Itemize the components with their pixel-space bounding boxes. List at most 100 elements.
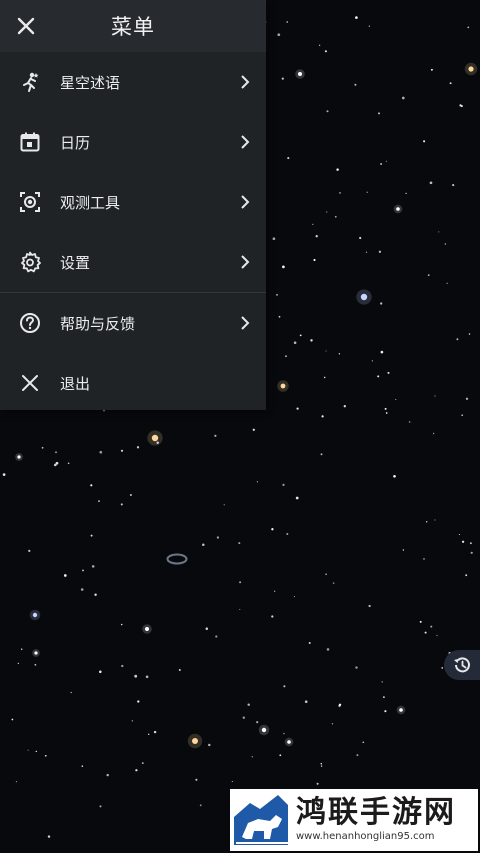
star bbox=[377, 375, 380, 378]
star bbox=[371, 360, 373, 362]
horse-logo-icon bbox=[232, 793, 288, 847]
star bbox=[271, 528, 274, 531]
star bbox=[368, 604, 371, 608]
star bbox=[286, 533, 289, 535]
history-icon bbox=[454, 657, 470, 673]
menu-item-sky-terms[interactable]: 星空述语 bbox=[0, 52, 266, 112]
star bbox=[387, 371, 390, 374]
star bbox=[336, 168, 339, 171]
bright-star[interactable] bbox=[34, 651, 38, 655]
star bbox=[326, 211, 328, 213]
star bbox=[98, 500, 100, 502]
star bbox=[147, 733, 150, 736]
star bbox=[355, 16, 358, 19]
bright-star[interactable] bbox=[280, 383, 286, 389]
star bbox=[325, 350, 327, 352]
star bbox=[334, 215, 337, 218]
star bbox=[256, 481, 258, 483]
star bbox=[434, 519, 436, 521]
star bbox=[444, 243, 447, 245]
menu-item-calendar[interactable]: 日历 bbox=[0, 112, 266, 172]
star bbox=[216, 536, 219, 539]
star bbox=[94, 593, 97, 597]
star bbox=[106, 773, 109, 777]
bright-star[interactable] bbox=[468, 66, 474, 72]
star bbox=[441, 667, 444, 669]
star bbox=[281, 77, 284, 80]
bright-star[interactable] bbox=[151, 434, 159, 442]
star bbox=[380, 162, 383, 166]
star bbox=[178, 669, 181, 671]
star bbox=[467, 26, 470, 29]
star bbox=[28, 549, 31, 553]
star bbox=[423, 140, 426, 143]
star bbox=[121, 664, 124, 668]
chevron-right-icon bbox=[238, 316, 252, 330]
star bbox=[223, 504, 225, 506]
bright-star[interactable] bbox=[32, 612, 38, 618]
star bbox=[315, 235, 318, 238]
star bbox=[355, 666, 358, 669]
star bbox=[419, 620, 422, 623]
star bbox=[70, 691, 72, 694]
star bbox=[47, 835, 51, 838]
star bbox=[465, 574, 468, 577]
star bbox=[41, 446, 44, 449]
menu-item-settings[interactable]: 设置 bbox=[0, 232, 266, 292]
bright-star[interactable] bbox=[287, 740, 291, 744]
bright-star[interactable] bbox=[399, 708, 403, 712]
star bbox=[378, 250, 382, 253]
star bbox=[80, 588, 84, 591]
runner-star-icon bbox=[18, 70, 42, 94]
bright-star[interactable] bbox=[261, 727, 267, 733]
close-menu-button[interactable] bbox=[14, 14, 38, 38]
star bbox=[402, 549, 405, 551]
star bbox=[2, 473, 6, 476]
bright-star[interactable] bbox=[298, 72, 302, 76]
chevron-right-icon bbox=[238, 195, 252, 209]
planet-marker[interactable] bbox=[166, 553, 188, 565]
bright-star[interactable] bbox=[396, 207, 400, 211]
star bbox=[120, 449, 124, 452]
star bbox=[320, 765, 323, 767]
bright-star[interactable] bbox=[192, 738, 198, 744]
star bbox=[286, 21, 289, 23]
star bbox=[310, 339, 313, 342]
history-button[interactable] bbox=[444, 650, 480, 680]
bright-star[interactable] bbox=[360, 293, 368, 301]
star bbox=[338, 703, 342, 707]
star bbox=[202, 543, 205, 546]
star bbox=[401, 96, 405, 100]
star bbox=[283, 732, 285, 735]
star bbox=[247, 703, 250, 706]
star bbox=[458, 533, 460, 536]
menu-item-label: 日历 bbox=[60, 133, 91, 152]
star bbox=[21, 648, 23, 650]
bright-star[interactable] bbox=[145, 627, 149, 631]
menu-item-exit[interactable]: 退出 bbox=[0, 353, 266, 413]
star bbox=[283, 685, 286, 688]
menu-item-help-feedback[interactable]: 帮助与反馈 bbox=[0, 293, 266, 353]
menu-item-observation-tools[interactable]: 观测工具 bbox=[0, 172, 266, 232]
star bbox=[215, 635, 218, 638]
star bbox=[384, 710, 387, 713]
star bbox=[129, 493, 132, 497]
star bbox=[323, 376, 326, 379]
star bbox=[35, 750, 38, 753]
star bbox=[141, 762, 144, 765]
star bbox=[385, 160, 387, 162]
star bbox=[320, 453, 323, 456]
star bbox=[384, 407, 387, 410]
star bbox=[282, 483, 285, 486]
star bbox=[434, 395, 436, 397]
star bbox=[470, 551, 473, 554]
chevron-right-icon bbox=[238, 135, 252, 149]
star bbox=[427, 274, 430, 277]
star bbox=[326, 110, 329, 113]
help-circle-icon bbox=[18, 311, 42, 335]
bright-star[interactable] bbox=[17, 455, 21, 459]
star bbox=[343, 405, 346, 408]
star bbox=[459, 104, 462, 107]
star bbox=[99, 670, 102, 674]
star bbox=[67, 462, 70, 465]
